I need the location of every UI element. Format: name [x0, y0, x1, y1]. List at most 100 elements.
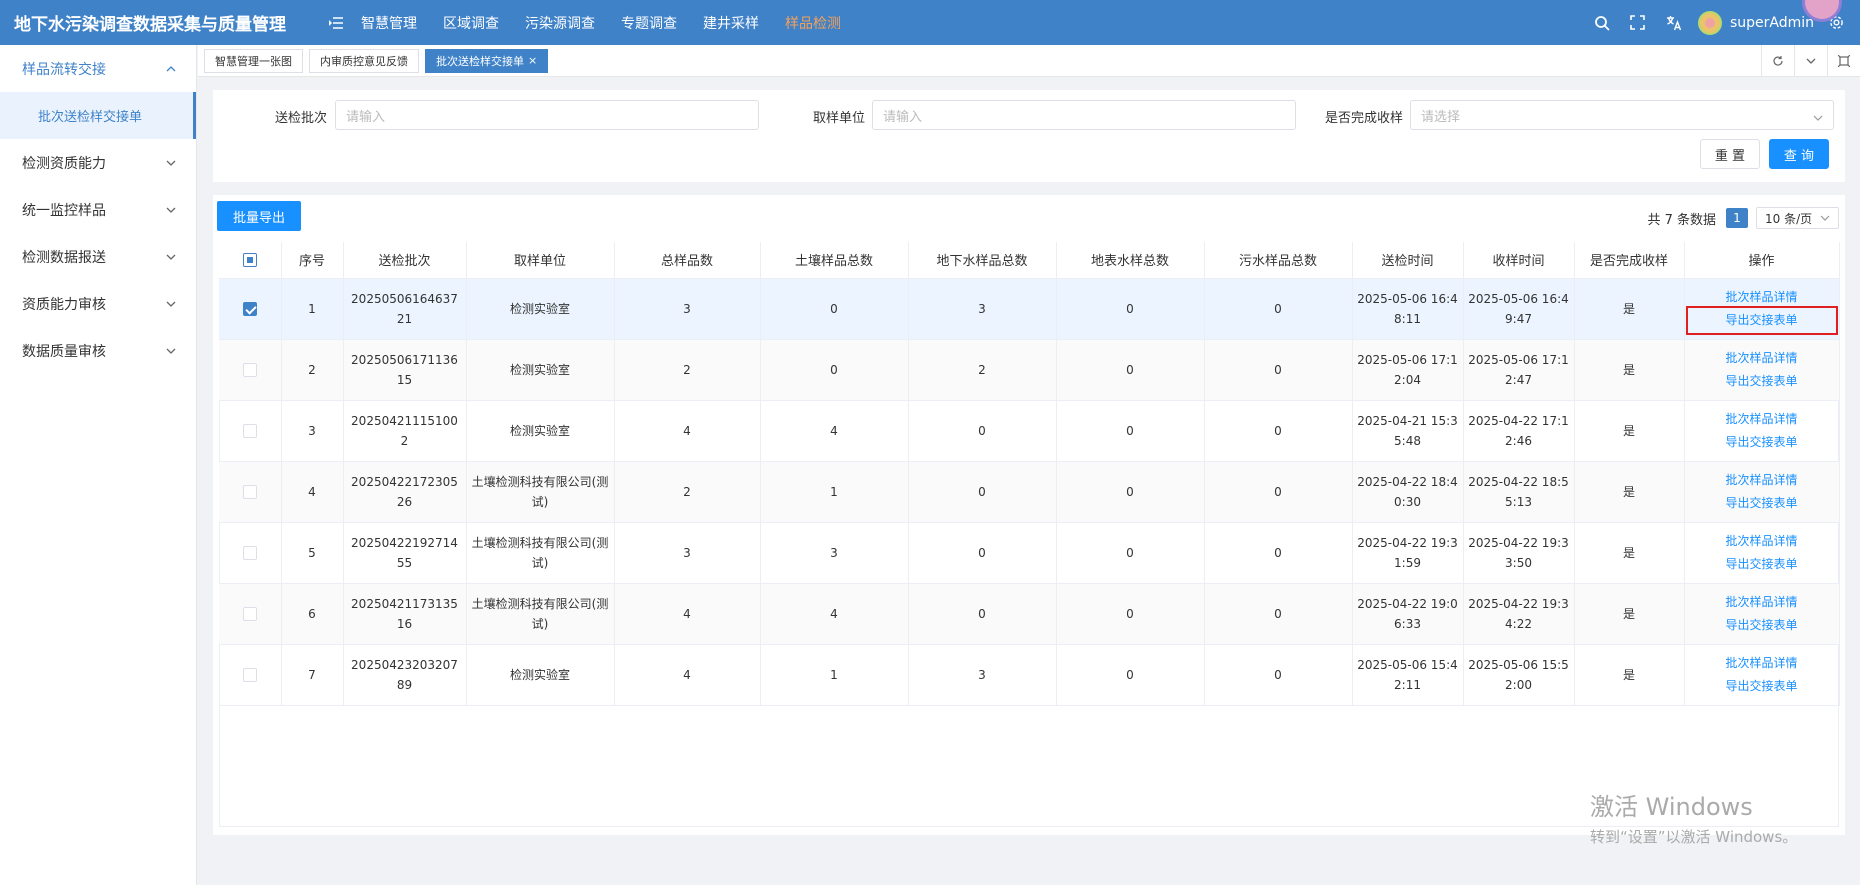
- fullscreen-icon[interactable]: [1626, 11, 1650, 35]
- row-select-cell[interactable]: [219, 278, 282, 340]
- cell-no: 6: [281, 583, 344, 645]
- username[interactable]: superAdmin: [1730, 15, 1814, 31]
- cell-ground: 0: [908, 583, 1057, 645]
- cell-recv: 2025-04-22 17:12:46: [1463, 400, 1575, 462]
- batch-detail-link[interactable]: 批次样品详情: [1689, 469, 1835, 492]
- row-select-cell[interactable]: [219, 522, 282, 584]
- cell-sewage: 0: [1204, 522, 1353, 584]
- export-handover-link[interactable]: 导出交接表单: [1689, 553, 1835, 576]
- export-handover-link[interactable]: 导出交接表单: [1689, 431, 1835, 454]
- topbar-tools: superAdmin: [1590, 0, 1860, 45]
- sidebar-item-qualification[interactable]: 检测资质能力: [0, 139, 196, 186]
- row-checkbox[interactable]: [242, 302, 257, 316]
- sidebar-subitem-batch-handover[interactable]: 批次送检样交接单: [0, 92, 196, 139]
- refresh-icon[interactable]: [1761, 45, 1794, 77]
- cell-unit: 检测实验室: [466, 278, 615, 340]
- row-checkbox[interactable]: [242, 607, 257, 621]
- cell-done: 是: [1574, 461, 1685, 523]
- batch-export-button[interactable]: 批量导出: [217, 201, 301, 231]
- sidebar-item-monitor-samples[interactable]: 统一监控样品: [0, 186, 196, 233]
- cell-sewage: 0: [1204, 278, 1353, 340]
- cell-ground: 0: [908, 400, 1057, 462]
- page-size-select[interactable]: 10 条/页: [1756, 207, 1839, 229]
- batch-detail-link[interactable]: 批次样品详情: [1689, 408, 1835, 431]
- page-size-value: 10 条/页: [1765, 211, 1813, 226]
- page-number[interactable]: 1: [1726, 208, 1748, 228]
- table-row[interactable]: 3 202504211151002 检测实验室 4 4 0 0 0 2025-04-21 15:…: [219, 400, 1840, 462]
- batch-detail-link[interactable]: 批次样品详情: [1689, 347, 1835, 370]
- unit-input[interactable]: 请输入: [872, 100, 1296, 130]
- sidebar-item-quality-review[interactable]: 数据质量审核: [0, 327, 196, 374]
- translate-icon[interactable]: [1662, 11, 1686, 35]
- nav-item-well-sampling[interactable]: 建井采样: [703, 13, 759, 33]
- row-checkbox[interactable]: [242, 485, 257, 499]
- select-all-checkbox[interactable]: [242, 252, 257, 267]
- row-select-cell[interactable]: [219, 644, 282, 706]
- sidebar-item-qualification-review[interactable]: 资质能力审核: [0, 280, 196, 327]
- watermark-line2: 转到“设置”以激活 Windows。: [1590, 828, 1798, 846]
- cell-done: 是: [1574, 644, 1685, 706]
- nav-item-special-survey[interactable]: 专题调查: [621, 13, 677, 33]
- col-header-groundwater: 地下水样品总数: [908, 242, 1057, 279]
- sidebar: 样品流转交接 批次送检样交接单 检测资质能力 统一监控样品 检测数据报送 资质能…: [0, 45, 197, 885]
- select-all-cell[interactable]: [219, 242, 282, 279]
- row-select-cell[interactable]: [219, 400, 282, 462]
- cell-ops: 批次样品详情 导出交接表单: [1684, 278, 1840, 340]
- cell-send: 2025-05-06 16:48:11: [1352, 278, 1464, 340]
- row-checkbox[interactable]: [242, 546, 257, 560]
- menu-fold-icon[interactable]: [325, 13, 347, 33]
- pagination: 共 7 条数据 1 10 条/页: [1647, 207, 1839, 229]
- chevron-down-icon[interactable]: [1794, 45, 1827, 77]
- batch-detail-link[interactable]: 批次样品详情: [1689, 591, 1835, 614]
- cell-ops: 批次样品详情 导出交接表单: [1684, 339, 1840, 401]
- search-icon[interactable]: [1590, 11, 1614, 35]
- maximize-icon[interactable]: [1827, 45, 1860, 77]
- done-select[interactable]: 请选择: [1410, 100, 1834, 130]
- batch-detail-link[interactable]: 批次样品详情: [1689, 530, 1835, 553]
- tab-close-icon[interactable]: ×: [528, 54, 537, 67]
- table-row[interactable]: 7 2025042320320789 检测实验室 4 1 3 0 0 2025-05-06 15…: [219, 644, 1840, 706]
- chevron-down-icon: [166, 158, 176, 168]
- tab-smart-map[interactable]: 智慧管理一张图: [204, 48, 303, 73]
- query-button[interactable]: 查 询: [1769, 139, 1829, 169]
- chevron-down-icon: [166, 346, 176, 356]
- batch-detail-link[interactable]: 批次样品详情: [1689, 652, 1835, 675]
- cell-recv: 2025-05-06 16:49:47: [1463, 278, 1575, 340]
- row-select-cell[interactable]: [219, 339, 282, 401]
- nav-item-smart-management[interactable]: 智慧管理: [361, 13, 417, 33]
- tab-audit-feedback[interactable]: 内审质控意见反馈: [309, 48, 419, 73]
- nav-item-sample-testing[interactable]: 样品检测: [785, 13, 841, 33]
- row-checkbox[interactable]: [242, 668, 257, 682]
- cell-done: 是: [1574, 339, 1685, 401]
- cell-total: 2: [614, 461, 761, 523]
- table-row[interactable]: 6 2025042117313516 土壤检测科技有限公司(测试) 4 4 0 0 0 2025…: [219, 583, 1840, 645]
- row-select-cell[interactable]: [219, 583, 282, 645]
- reset-button[interactable]: 重 置: [1700, 139, 1760, 169]
- cell-total: 4: [614, 583, 761, 645]
- cell-ground: 2: [908, 339, 1057, 401]
- table-row[interactable]: 5 2025042219271455 土壤检测科技有限公司(测试) 3 3 0 0 0 2025…: [219, 522, 1840, 584]
- export-handover-link[interactable]: 导出交接表单: [1689, 492, 1835, 515]
- cell-soil: 0: [760, 278, 909, 340]
- batch-detail-link[interactable]: 批次样品详情: [1689, 286, 1835, 309]
- nav-item-pollution-source[interactable]: 污染源调查: [525, 13, 595, 33]
- batch-input[interactable]: 请输入: [335, 100, 759, 130]
- col-header-unit: 取样单位: [466, 242, 615, 279]
- sidebar-item-sample-transfer[interactable]: 样品流转交接: [0, 45, 196, 92]
- nav-item-regional-survey[interactable]: 区域调查: [443, 13, 499, 33]
- export-handover-link[interactable]: 导出交接表单: [1689, 370, 1835, 393]
- export-handover-link[interactable]: 导出交接表单: [1689, 675, 1835, 698]
- table-row[interactable]: 2 2025050617113615 检测实验室 2 0 2 0 0 2025-05-06 17…: [219, 339, 1840, 401]
- table-row[interactable]: 4 2025042217230526 土壤检测科技有限公司(测试) 2 1 0 0 0 2025…: [219, 461, 1840, 523]
- tabs-bar: 智慧管理一张图 内审质控意见反馈 批次送检样交接单 ×: [198, 45, 1860, 77]
- sidebar-item-data-report[interactable]: 检测数据报送: [0, 233, 196, 280]
- table-row[interactable]: 1 2025050616463721 检测实验室 3 0 3 0 0 2025-05-06 16…: [219, 278, 1840, 340]
- export-handover-link[interactable]: 导出交接表单: [1689, 614, 1835, 637]
- user-avatar[interactable]: [1697, 10, 1722, 35]
- tab-batch-handover[interactable]: 批次送检样交接单 ×: [425, 48, 549, 73]
- row-checkbox[interactable]: [242, 363, 257, 377]
- row-checkbox[interactable]: [242, 424, 257, 438]
- row-select-cell[interactable]: [219, 461, 282, 523]
- sidebar-item-label: 资质能力审核: [22, 296, 106, 313]
- export-handover-link[interactable]: 导出交接表单: [1685, 305, 1838, 335]
